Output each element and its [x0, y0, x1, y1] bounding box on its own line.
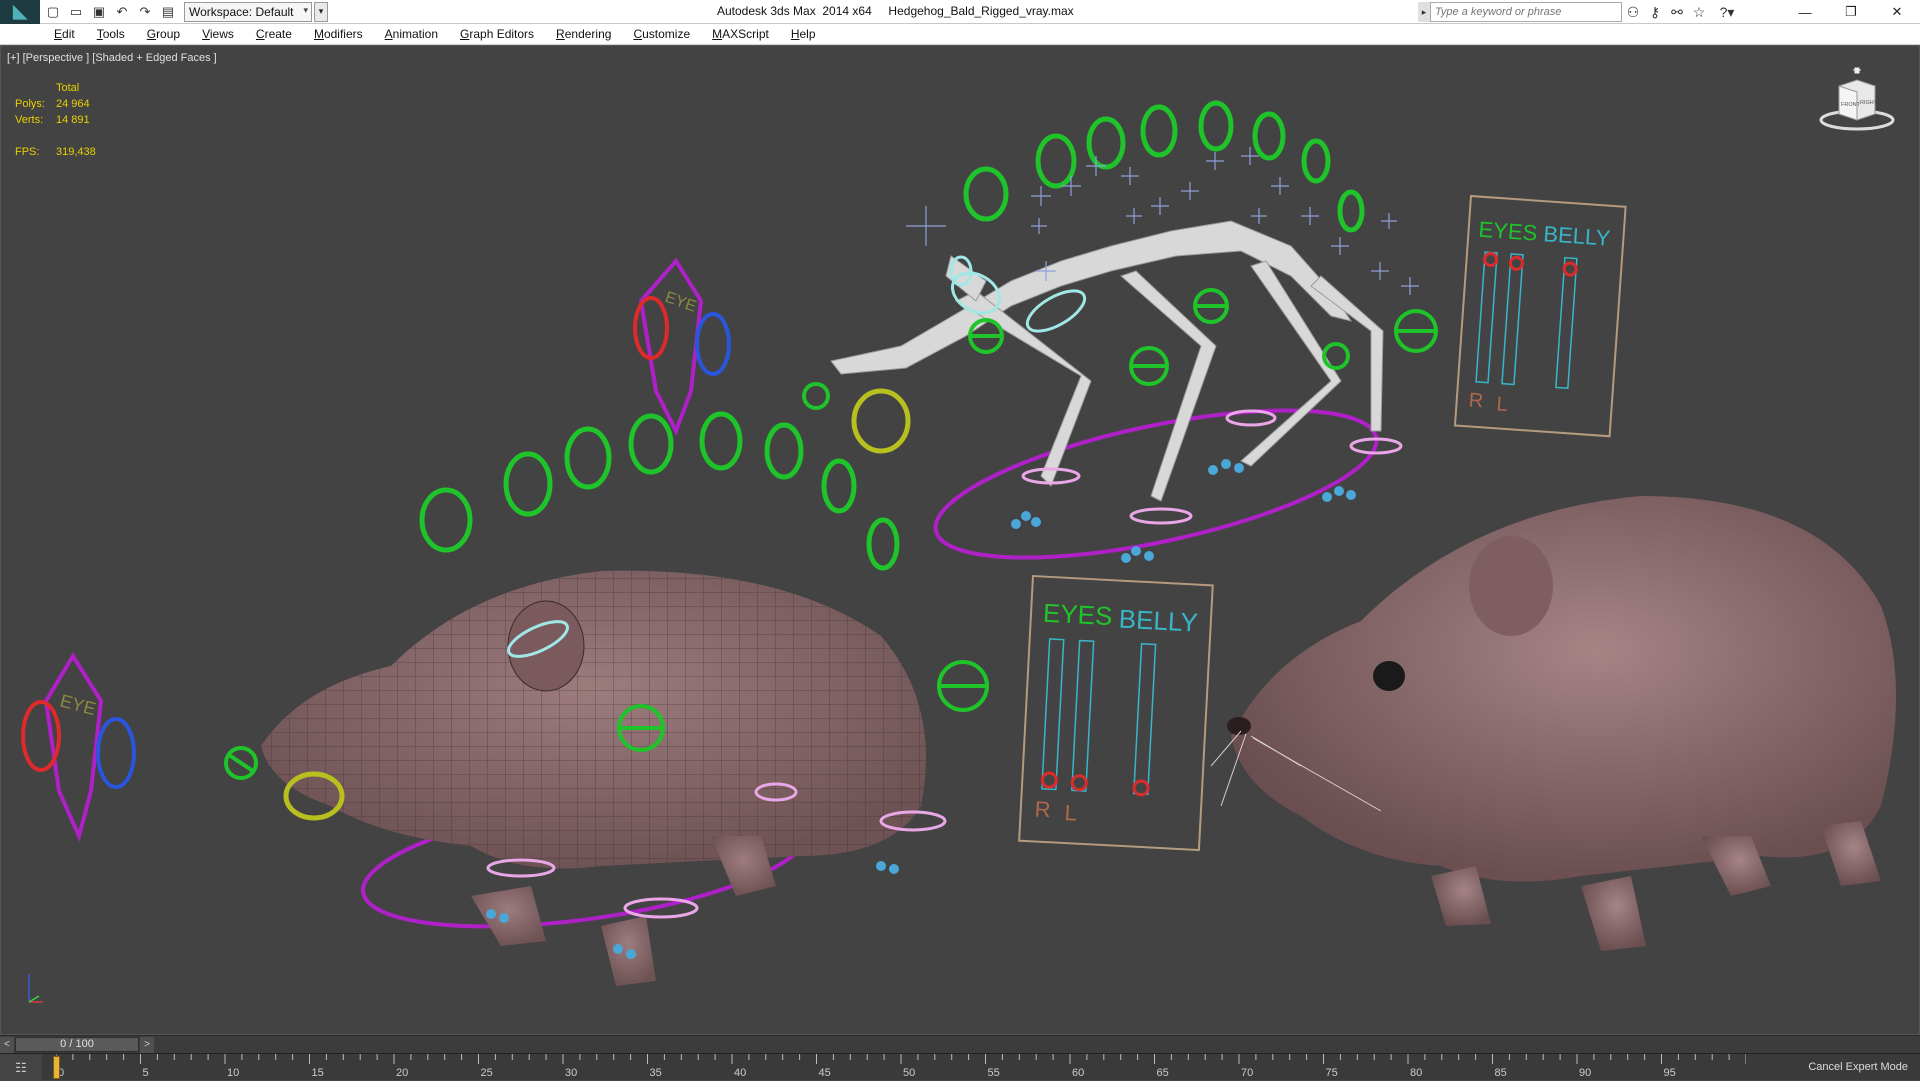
panel-r-label: R: [1468, 389, 1484, 412]
ruler-tick-label: 70: [1241, 1067, 1253, 1079]
mini-curve-editor-icon[interactable]: ☷: [0, 1054, 42, 1081]
perspective-viewport[interactable]: EYE EYE EYES BELLY R L EYES BELLY R L [+…: [0, 45, 1920, 1035]
viewcube[interactable]: FRONT RIGHT: [1817, 66, 1897, 136]
viewport-label[interactable]: [+] [Perspective ] [Shaded + Edged Faces…: [7, 52, 217, 64]
panel-belly-label: BELLY: [1543, 221, 1612, 251]
eyes-belly-panel-top[interactable]: EYES BELLY R L: [1453, 194, 1627, 438]
stats-fps-label: FPS:: [15, 146, 40, 158]
save-file-icon[interactable]: ▣: [89, 2, 109, 22]
menu-views[interactable]: Views: [202, 27, 234, 41]
workspace-menu-button[interactable]: ▾: [314, 1, 328, 22]
menu-graph-editors[interactable]: Graph Editors: [460, 27, 534, 41]
ruler-tick-label: 60: [1072, 1067, 1084, 1079]
ruler-tick-label: 20: [396, 1067, 408, 1079]
menu-maxscript[interactable]: MAXScript: [712, 27, 769, 41]
spine-controls[interactable]: [419, 411, 900, 571]
time-slider-bar: < 0 / 100 >: [0, 1035, 1920, 1053]
stats-fps-value: 319,438: [56, 146, 96, 158]
ruler-tick-label: 45: [819, 1067, 831, 1079]
menu-animation[interactable]: Animation: [385, 27, 438, 41]
network-icon[interactable]: ⚯: [1666, 2, 1688, 22]
project-folder-icon[interactable]: ▤: [158, 2, 178, 22]
ruler-tick-label: 95: [1664, 1067, 1676, 1079]
next-frame-button[interactable]: >: [140, 1036, 154, 1053]
menu-modifiers[interactable]: Modifiers: [314, 27, 363, 41]
stats-polys-value: 24 964: [56, 98, 90, 110]
ruler-tick-label: 35: [650, 1067, 662, 1079]
help-icon[interactable]: ?▾: [1710, 2, 1744, 22]
eye-control-label: EYE: [663, 289, 699, 316]
viewcube-front-label: FRONT: [1841, 102, 1861, 108]
undo-icon[interactable]: ↶: [112, 2, 132, 22]
panel-eyes-label-2: EYES: [1042, 598, 1113, 632]
menu-help[interactable]: Help: [791, 27, 816, 41]
new-file-icon[interactable]: ▢: [43, 2, 63, 22]
ruler-tick-label: 50: [903, 1067, 915, 1079]
track-bar[interactable]: ☷ 0 5 10 15 20 25 30 35 40 45 50 55 60 65 70 75 80 85 90 95…: [0, 1053, 1920, 1081]
hedgehog-wireframe-model[interactable]: [224, 570, 989, 986]
time-slider[interactable]: 0 / 100: [15, 1037, 139, 1052]
chevron-down-icon: ▾: [303, 4, 308, 15]
menu-rendering[interactable]: Rendering: [556, 27, 611, 41]
workspace-label: Workspace: Default: [189, 4, 294, 19]
prev-frame-button[interactable]: <: [0, 1036, 14, 1053]
ruler-tick-label: 80: [1410, 1067, 1422, 1079]
eye-control-label-2: EYE: [58, 691, 98, 720]
ruler-tick-label: 65: [1157, 1067, 1169, 1079]
close-button[interactable]: ✕: [1874, 0, 1920, 24]
track-ruler[interactable]: 0510152025303540455055606570758085909510…: [56, 1054, 1746, 1081]
star-icon[interactable]: ☆: [1688, 2, 1710, 22]
stats-overlay: Total Polys: 24 964 Verts: 14 891 FPS: 319,…: [15, 80, 96, 160]
menu-customize[interactable]: Customize: [633, 27, 690, 41]
stats-header: Total: [56, 82, 80, 94]
stats-verts-label: Verts:: [15, 114, 44, 126]
hedgehog-rendered-model[interactable]: [1210, 496, 1896, 951]
window-title: Autodesk 3ds Max 2014 x64 Hedgehog_Bald_…: [717, 4, 1074, 18]
time-marker[interactable]: [53, 1056, 60, 1079]
ruler-tick-label: 10: [227, 1067, 239, 1079]
eye-control-bottom[interactable]: EYE: [21, 652, 136, 842]
infocenter: ▸ ⚇ ⚷ ⚯ ☆ ?▾: [1418, 2, 1744, 22]
restore-button[interactable]: ❐: [1828, 0, 1874, 24]
eye-control-top[interactable]: EYE: [633, 257, 731, 436]
minimize-button[interactable]: —: [1782, 0, 1828, 24]
eyes-belly-panel-bottom[interactable]: EYES BELLY R L: [1018, 574, 1214, 852]
ruler-tick-label: 55: [988, 1067, 1000, 1079]
menu-tools[interactable]: Tools: [97, 27, 125, 41]
axis-tripod-icon: [28, 974, 43, 1003]
ruler-tick-label: 75: [1326, 1067, 1338, 1079]
ruler-tick-label: 90: [1579, 1067, 1591, 1079]
ruler-tick-label: 25: [481, 1067, 493, 1079]
cancel-expert-mode-button[interactable]: Cancel Expert Mode: [1808, 1054, 1908, 1081]
expand-arrow-icon[interactable]: ▸: [1418, 2, 1430, 22]
ruler-tick-label: 85: [1495, 1067, 1507, 1079]
ruler-tick-label: 5: [143, 1067, 149, 1079]
app-logo-icon[interactable]: ◣: [0, 0, 40, 24]
panel-belly-label-2: BELLY: [1118, 604, 1198, 638]
viewcube-right-label: RIGHT: [1860, 100, 1878, 106]
binoculars-icon[interactable]: ⚇: [1622, 2, 1644, 22]
stats-verts-value: 14 891: [56, 114, 90, 126]
menu-bar: Edit Tools Group Views Create Modifiers …: [0, 24, 1920, 45]
key-icon[interactable]: ⚷: [1644, 2, 1666, 22]
workspace-dropdown[interactable]: Workspace: Default ▾: [184, 1, 312, 22]
title-bar: ◣ ▢ ▭ ▣ ↶ ↷ ▤ Workspace: Default ▾ ▾ Aut…: [0, 0, 1920, 24]
ruler-tick-label: 15: [312, 1067, 324, 1079]
skeleton-rig[interactable]: [802, 100, 1438, 588]
panel-l-label: L: [1496, 393, 1509, 416]
panel-eyes-label: EYES: [1478, 217, 1538, 246]
stats-polys-label: Polys:: [15, 98, 45, 110]
menu-create[interactable]: Create: [256, 27, 292, 41]
ruler-tick-label: 40: [734, 1067, 746, 1079]
panel-l-label-2: L: [1064, 800, 1078, 826]
panel-r-label-2: R: [1034, 796, 1051, 822]
redo-icon[interactable]: ↷: [135, 2, 155, 22]
scene-canvas[interactable]: EYE EYE EYES BELLY R L EYES BELLY R L: [1, 46, 1920, 1035]
menu-group[interactable]: Group: [147, 27, 180, 41]
open-file-icon[interactable]: ▭: [66, 2, 86, 22]
ruler-tick-label: 30: [565, 1067, 577, 1079]
search-input[interactable]: [1430, 2, 1622, 22]
menu-edit[interactable]: Edit: [54, 27, 75, 41]
